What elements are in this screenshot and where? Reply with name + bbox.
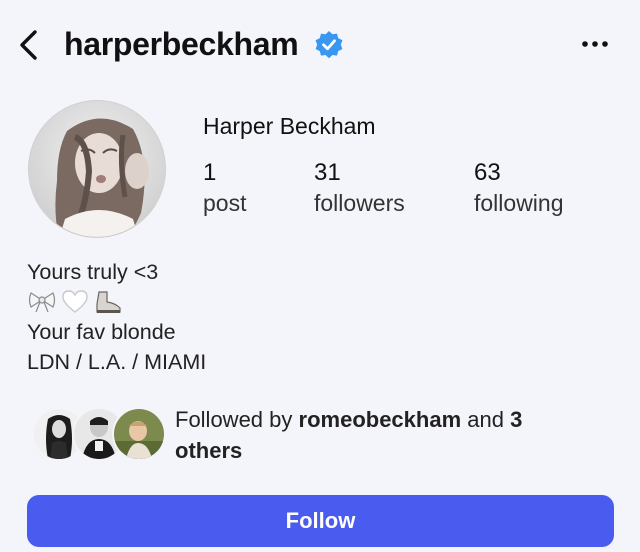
stat-posts-count: 1 xyxy=(203,159,217,186)
follow-button[interactable]: Follow xyxy=(27,495,614,547)
followed-by-and: and xyxy=(467,407,504,432)
bio-line: LDN / L.A. / MIAMI xyxy=(27,350,207,374)
stat-followers-count: 31 xyxy=(314,159,341,186)
mutual-followers-avatars[interactable] xyxy=(32,405,166,465)
followed-by-others: others xyxy=(175,438,243,463)
bow-emoji xyxy=(27,290,57,322)
verified-badge-icon xyxy=(315,31,343,59)
stat-posts-label: post xyxy=(203,190,247,216)
profile-page: harperbeckham Harper Beckham 1 post 31 f… xyxy=(0,0,640,552)
profile-bio: Yours truly <3 Your fav blonde LDN / L.A… xyxy=(27,257,206,377)
stat-following[interactable]: 63 following xyxy=(474,157,564,219)
followed-by-user[interactable]: romeobeckham xyxy=(299,407,462,432)
white-heart-emoji xyxy=(61,290,89,322)
chevron-left-icon[interactable] xyxy=(14,28,44,62)
stat-following-count: 63 xyxy=(474,159,501,186)
stat-posts[interactable]: 1 post xyxy=(203,157,246,219)
profile-username: harperbeckham xyxy=(64,26,299,62)
more-horizontal-icon[interactable] xyxy=(578,32,612,56)
boot-emoji xyxy=(93,290,123,322)
profile-full-name: Harper Beckham xyxy=(203,113,376,139)
bio-emoji-row xyxy=(27,287,206,317)
followed-by-prefix: Followed by xyxy=(175,407,293,432)
profile-photo xyxy=(29,101,165,237)
profile-avatar[interactable] xyxy=(28,100,166,238)
followed-by-text[interactable]: Followed by romeobeckham and 3 others xyxy=(175,404,595,466)
bio-line: Yours truly <3 xyxy=(27,260,159,284)
stat-followers-label: followers xyxy=(314,190,405,216)
stat-following-label: following xyxy=(474,190,564,216)
avatar xyxy=(112,407,166,461)
profile-header: harperbeckham xyxy=(0,18,640,74)
stat-followers[interactable]: 31 followers xyxy=(314,157,405,219)
followed-by-count: 3 xyxy=(510,407,523,432)
